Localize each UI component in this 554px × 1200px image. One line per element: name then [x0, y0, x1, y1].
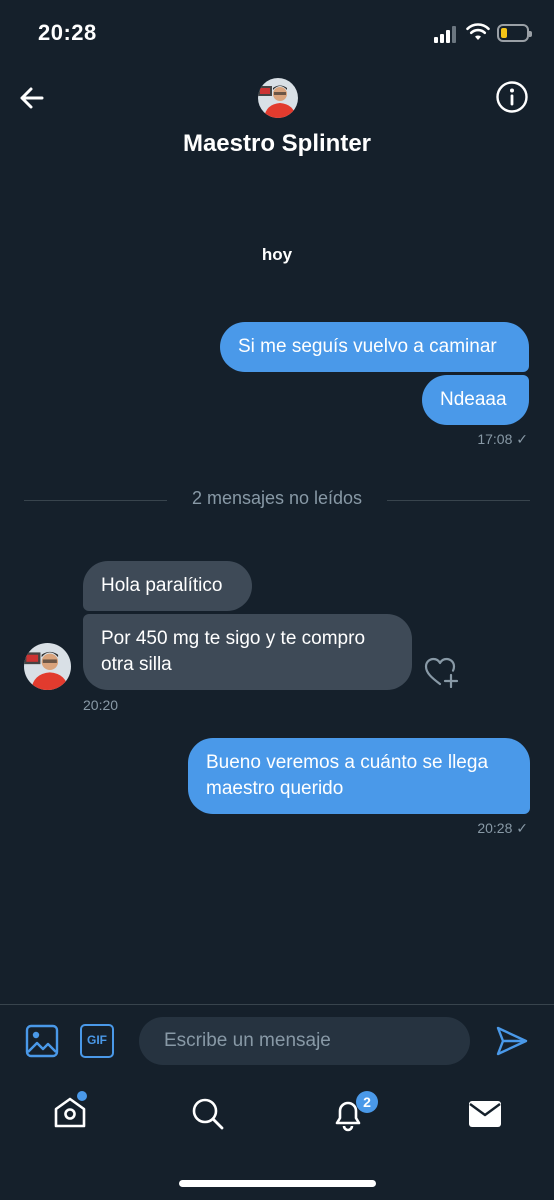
notifications-badge: 2: [356, 1091, 378, 1113]
message-bubble-outgoing[interactable]: Si me seguís vuelvo a caminar: [220, 322, 529, 372]
send-icon[interactable]: [495, 1024, 529, 1058]
message-text-line: maestro querido: [206, 778, 344, 799]
back-arrow-icon[interactable]: [16, 82, 48, 114]
conversation-title: Maestro Splinter: [182, 130, 372, 157]
home-indicator: [179, 1180, 376, 1187]
message-input[interactable]: [139, 1017, 470, 1065]
sender-avatar[interactable]: [24, 643, 71, 690]
message-text: Hola paralítico: [101, 575, 223, 596]
status-time: 20:28: [38, 20, 97, 45]
message-text: Ndeaaa: [440, 389, 507, 410]
image-picker-icon[interactable]: [25, 1024, 59, 1058]
unread-divider: 2 mensajes no leídos: [191, 488, 363, 508]
gif-button[interactable]: GIF: [80, 1024, 114, 1058]
home-unread-dot: [77, 1091, 87, 1101]
message-timestamp: 17:08 ✓: [477, 431, 528, 447]
message-text-line: otra silla: [101, 654, 172, 675]
gif-label: GIF: [87, 1033, 107, 1047]
search-icon[interactable]: [190, 1096, 226, 1132]
message-text-line: Bueno veremos a cuánto se llega: [206, 752, 489, 773]
avatar-image-icon: [258, 78, 298, 118]
cellular-signal-icon: [434, 25, 460, 43]
messages-mail-icon[interactable]: [467, 1098, 503, 1130]
day-separator: hoy: [261, 245, 293, 264]
divider-line-right: [387, 500, 530, 501]
avatar-image-icon: [24, 643, 71, 690]
composer-divider: [0, 1004, 554, 1005]
contact-avatar[interactable]: [258, 78, 298, 118]
battery-icon: [497, 24, 532, 42]
info-icon[interactable]: [495, 80, 529, 114]
wifi-icon: [466, 23, 490, 40]
message-bubble-incoming[interactable]: Por 450 mg te sigo y te compro otra sill…: [83, 614, 412, 690]
message-timestamp: 20:20: [83, 697, 119, 713]
message-timestamp: 20:28 ✓: [477, 820, 528, 836]
message-text-line: Por 450 mg te sigo y te compro: [101, 628, 366, 649]
message-bubble-incoming[interactable]: Hola paralítico: [83, 561, 252, 611]
message-text: Si me seguís vuelvo a caminar: [238, 336, 497, 357]
message-bubble-outgoing[interactable]: Ndeaaa: [422, 375, 529, 425]
heart-plus-icon[interactable]: [424, 656, 460, 688]
message-bubble-outgoing[interactable]: Bueno veremos a cuánto se llega maestro …: [188, 738, 530, 814]
